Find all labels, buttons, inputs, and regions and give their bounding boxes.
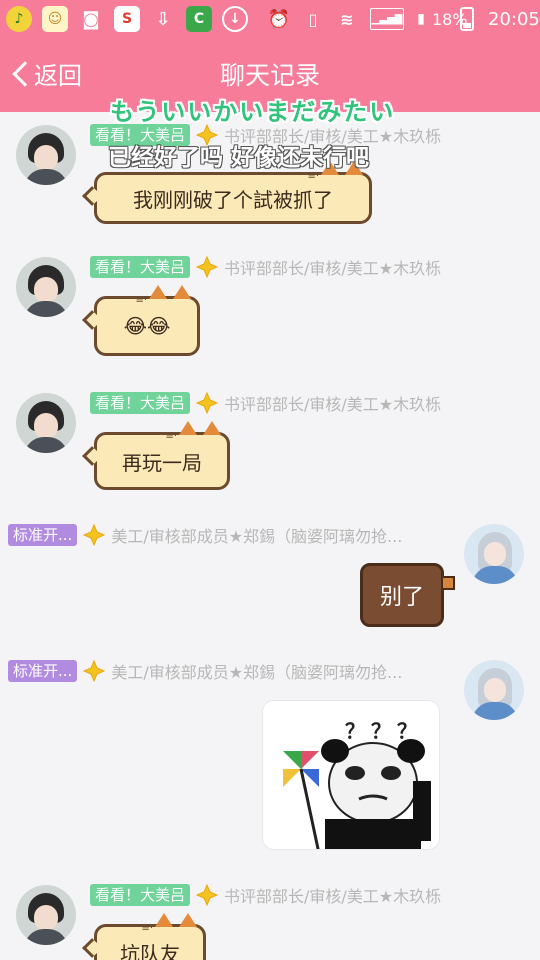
status-bar: ♪ ☺ ◙ S ⇩ C ↓ ⏰ ▯ ≋ ▁▃▅▇ ▮ 18% 20:05 xyxy=(0,0,540,38)
sender-name-row: 标准开... 美工/审核部成员★郑錫（脑婆阿璃勿抢... xyxy=(8,523,402,547)
sender-info: 美工/审核部成员★郑錫（脑婆阿璃勿抢... xyxy=(111,663,403,682)
download-icon: ⇩ xyxy=(155,8,171,30)
diamond-star-icon xyxy=(83,659,106,683)
avatar[interactable] xyxy=(464,524,524,584)
sender-info: 美工/审核部成员★郑錫（脑婆阿璃勿抢... xyxy=(111,527,403,546)
sender-name-row: 看看！大美吕 书评部部长/审核/美工★木玖栎 xyxy=(90,255,441,279)
page-title: 聊天记录 xyxy=(219,61,320,90)
avatar[interactable] xyxy=(464,660,524,720)
camera-icon: ◙ xyxy=(82,8,100,30)
chat-bubble[interactable]: ≡· 再玩一局 xyxy=(82,421,230,490)
overlay-subtitle-chinese: 已经好了吗 好像还未行吧 xyxy=(108,145,370,171)
emoji-app-icon: ☺ xyxy=(42,6,68,32)
chat-bubble[interactable]: 别了 xyxy=(360,563,455,627)
sender-info: 书评部部长/审核/美工★木玖栎 xyxy=(224,887,442,906)
avatar[interactable] xyxy=(16,885,76,945)
message-text: 再玩一局 xyxy=(122,450,202,475)
vibrate-icon: ▯ xyxy=(308,9,318,29)
signal-icon: ▁▃▅▇ xyxy=(370,8,404,30)
sender-info: 书评部部长/审核/美工★木玖栎 xyxy=(224,395,442,414)
status-badge: 标准开... xyxy=(8,660,78,682)
sim-icon: ▮ xyxy=(417,11,425,27)
status-badge: 看看！大美吕 xyxy=(90,256,191,278)
image-message[interactable]: ？？？ xyxy=(262,700,440,850)
sender-name-row: 看看！大美吕 书评部部长/审核/美工★木玖栎 xyxy=(90,883,441,907)
sogou-app-icon: S xyxy=(114,6,140,32)
sender-info: 书评部部长/审核/美工★木玖栎 xyxy=(224,259,442,278)
chat-bubble[interactable]: ≡· 😂😂 xyxy=(82,285,200,356)
avatar[interactable] xyxy=(16,393,76,453)
status-badge: 标准开... xyxy=(8,524,78,546)
alarm-icon: ⏰ xyxy=(267,8,291,30)
clock: 20:05 xyxy=(488,8,540,30)
status-badge: 看看！大美吕 xyxy=(90,392,191,414)
chat-bubble[interactable]: ≡· 我刚刚破了个試被抓了 xyxy=(82,161,372,224)
diamond-star-icon xyxy=(195,391,219,415)
message-text: 坑队友 xyxy=(120,941,180,960)
overlay-subtitle-japanese: もういいかいまだみたい xyxy=(110,98,396,126)
diamond-star-icon xyxy=(195,255,219,279)
diamond-star-icon xyxy=(195,883,219,907)
chat-bubble[interactable]: ≡· 坑队友 xyxy=(82,913,206,960)
music-app-icon: ♪ xyxy=(6,6,32,32)
wifi-icon: ≋ xyxy=(340,9,354,29)
message-text: 我刚刚破了个試被抓了 xyxy=(133,187,333,212)
avatar[interactable] xyxy=(16,257,76,317)
message-text: 别了 xyxy=(379,585,424,610)
status-badge: 看看！大美吕 xyxy=(90,884,191,906)
message-text: 😂😂 xyxy=(123,314,171,338)
download-circle-icon: ↓ xyxy=(222,6,248,32)
image-caption: ？？？ xyxy=(345,721,423,743)
sender-name-row: 标准开... 美工/审核部成员★郑錫（脑婆阿璃勿抢... xyxy=(8,659,402,683)
sender-name-row: 看看！大美吕 书评部部长/审核/美工★木玖栎 xyxy=(90,391,441,415)
diamond-star-icon xyxy=(83,523,106,547)
security-app-icon: C xyxy=(186,6,212,32)
avatar[interactable] xyxy=(16,125,76,185)
battery-icon xyxy=(460,7,474,31)
